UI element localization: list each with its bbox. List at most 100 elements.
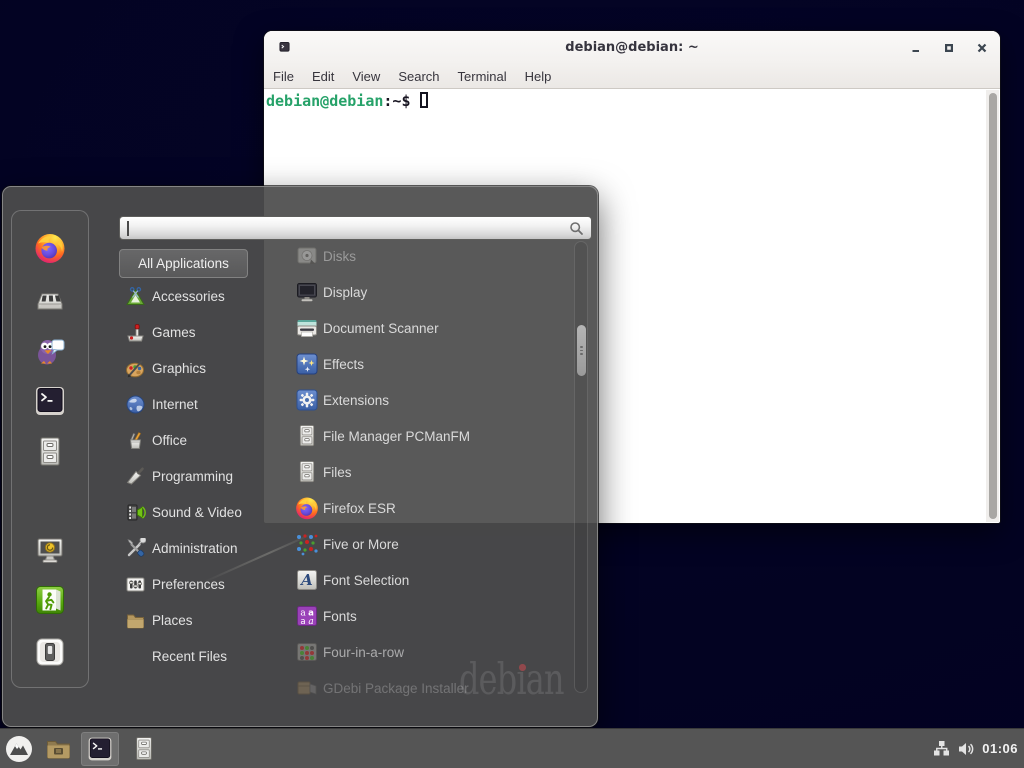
- terminal-cursor: [420, 92, 428, 108]
- app-item-extensions[interactable]: Extensions: [291, 382, 567, 418]
- menu-edit[interactable]: Edit: [303, 64, 343, 89]
- four-in-a-row-icon: [295, 640, 319, 664]
- app-item-file-manager-pcmanfm[interactable]: File Manager PCManFM: [291, 418, 567, 454]
- file-browser-launcher[interactable]: [39, 732, 77, 766]
- internet-icon: [125, 394, 146, 415]
- five-or-more-icon: [295, 532, 319, 556]
- graphics-icon: [125, 358, 146, 379]
- app-item-fonts[interactable]: a a a a Fonts: [291, 598, 567, 634]
- menu-view[interactable]: View: [343, 64, 389, 89]
- category-recent-files[interactable]: Recent Files: [119, 638, 287, 674]
- games-icon: [125, 322, 146, 343]
- app-label: Extensions: [323, 393, 389, 408]
- menu-search[interactable]: Search: [389, 64, 448, 89]
- display-icon: [295, 280, 319, 304]
- all-applications-button[interactable]: All Applications: [119, 249, 248, 278]
- menu-scrollbar[interactable]: [574, 241, 588, 693]
- application-list: Disks Display Documen: [291, 238, 567, 706]
- favorite-pidgin-icon[interactable]: [34, 334, 66, 366]
- svg-text:A: A: [299, 571, 313, 589]
- fonts-icon: a a a a: [295, 604, 319, 628]
- menu-file[interactable]: File: [264, 64, 303, 89]
- menu-button-icon: [5, 735, 33, 763]
- app-label: File Manager PCManFM: [323, 429, 470, 444]
- shell-prompt: debian@debian:~$: [266, 92, 420, 111]
- shutdown-icon[interactable]: [34, 636, 66, 668]
- category-list: Accessories Games: [119, 278, 287, 674]
- minimize-button[interactable]: [907, 39, 924, 56]
- app-label: Font Selection: [323, 573, 409, 588]
- category-label: Graphics: [152, 361, 206, 376]
- file-manager-launcher[interactable]: [125, 732, 163, 766]
- close-button[interactable]: [973, 39, 990, 56]
- app-item-five-or-more[interactable]: Five or More: [291, 526, 567, 562]
- desktop: debian@debian: ~ File Edit View: [0, 0, 1024, 768]
- app-label: Document Scanner: [323, 321, 439, 336]
- application-menu: debian: [2, 186, 598, 727]
- maximize-button[interactable]: [940, 39, 957, 56]
- office-icon: [125, 430, 146, 451]
- category-accessories[interactable]: Accessories: [119, 278, 287, 314]
- terminal-scrollbar[interactable]: [986, 90, 999, 522]
- files-icon: [295, 460, 319, 484]
- app-item-document-scanner[interactable]: Document Scanner: [291, 310, 567, 346]
- app-item-effects[interactable]: Effects: [291, 346, 567, 382]
- network-icon[interactable]: [933, 740, 950, 757]
- app-item-gdebi[interactable]: GDebi Package Installer: [291, 670, 567, 706]
- category-label: Office: [152, 433, 187, 448]
- category-graphics[interactable]: Graphics: [119, 350, 287, 386]
- menu-help[interactable]: Help: [516, 64, 561, 89]
- app-item-firefox-esr[interactable]: Firefox ESR: [291, 490, 567, 526]
- search-box[interactable]: [119, 216, 592, 240]
- category-internet[interactable]: Internet: [119, 386, 287, 422]
- close-icon: [974, 40, 990, 56]
- terminal-titlebar[interactable]: debian@debian: ~: [264, 31, 1000, 63]
- prompt-path: :~$: [383, 92, 419, 110]
- favorite-terminal-icon[interactable]: [34, 385, 66, 417]
- clock[interactable]: 01:06: [982, 741, 1018, 756]
- text-caret: [127, 221, 129, 236]
- app-item-disks[interactable]: Disks: [291, 238, 567, 274]
- category-label: Games: [152, 325, 196, 340]
- accessories-icon: [125, 286, 146, 307]
- favorite-packages-icon[interactable]: [34, 283, 66, 315]
- svg-text:a: a: [308, 617, 313, 627]
- category-programming[interactable]: Programming: [119, 458, 287, 494]
- category-games[interactable]: Games: [119, 314, 287, 350]
- menu-terminal[interactable]: Terminal: [449, 64, 516, 89]
- category-administration[interactable]: Administration: [119, 530, 287, 566]
- category-office[interactable]: Office: [119, 422, 287, 458]
- programming-icon: [125, 466, 146, 487]
- category-places[interactable]: Places: [119, 602, 287, 638]
- logout-icon[interactable]: [34, 584, 66, 616]
- svg-text:a: a: [300, 617, 305, 627]
- lock-screen-icon[interactable]: [34, 534, 66, 566]
- document-scanner-icon: [295, 316, 319, 340]
- terminal-headerbar[interactable]: debian@debian: ~ File Edit View: [264, 31, 1000, 89]
- category-sound-video[interactable]: Sound & Video: [119, 494, 287, 530]
- volume-icon[interactable]: [957, 740, 975, 758]
- terminal-window-button[interactable]: [81, 732, 119, 766]
- menu-scrollbar-thumb[interactable]: [577, 325, 586, 376]
- menu-button[interactable]: [2, 729, 36, 768]
- app-item-font-selection[interactable]: A Font Selection: [291, 562, 567, 598]
- app-label: Firefox ESR: [323, 501, 396, 516]
- app-label: Four-in-a-row: [323, 645, 404, 660]
- all-applications-label: All Applications: [138, 256, 229, 271]
- app-item-display[interactable]: Display: [291, 274, 567, 310]
- app-item-four-in-a-row[interactable]: Four-in-a-row: [291, 634, 567, 670]
- file-manager-icon: [295, 424, 319, 448]
- search-icon: [569, 221, 584, 236]
- favorites-panel: [11, 210, 89, 688]
- favorite-file-manager-icon[interactable]: [34, 436, 66, 468]
- terminal-window-title: debian@debian: ~: [264, 31, 1000, 63]
- category-preferences[interactable]: Preferences: [119, 566, 287, 602]
- favorite-firefox-icon[interactable]: [34, 232, 66, 264]
- recent-files-spacer: [125, 646, 146, 667]
- panel-launchers: [0, 729, 163, 768]
- search-input[interactable]: [126, 218, 556, 238]
- app-label: GDebi Package Installer: [323, 681, 469, 696]
- app-item-files[interactable]: Files: [291, 454, 567, 490]
- places-icon: [125, 610, 146, 631]
- terminal-scrollbar-thumb[interactable]: [989, 93, 997, 519]
